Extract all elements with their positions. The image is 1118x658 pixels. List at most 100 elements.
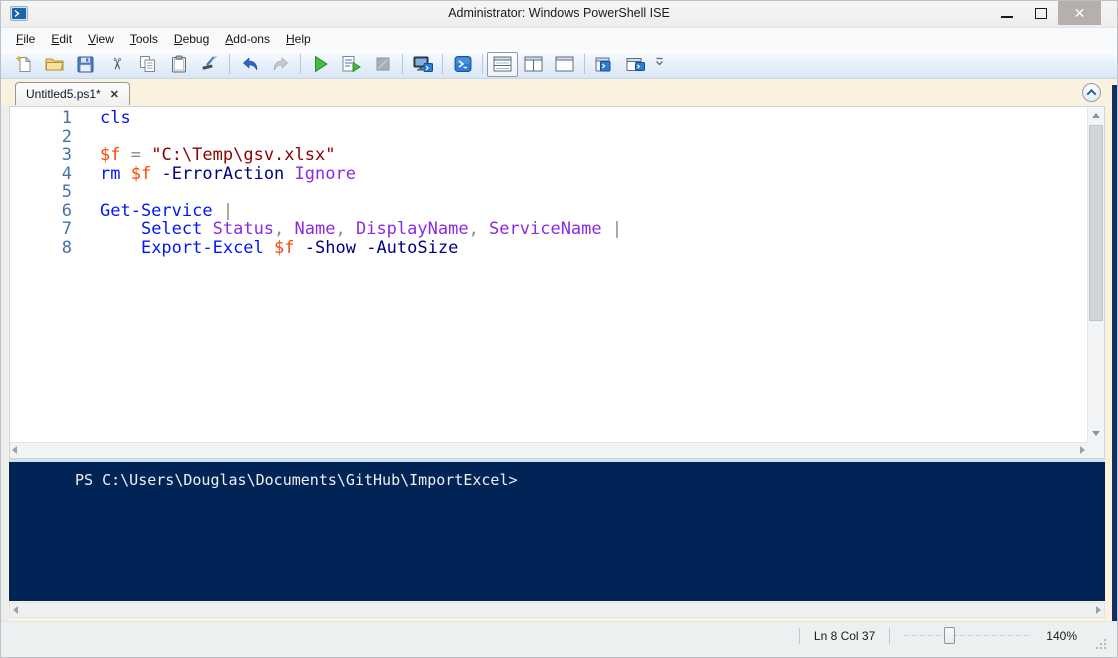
powershell-exe-icon — [454, 55, 472, 73]
editor-scrollbar-thumb[interactable] — [1089, 125, 1103, 321]
tab-close-icon[interactable]: ✕ — [110, 88, 119, 101]
window-frame-bottom — [1, 650, 1117, 658]
code-lines[interactable]: 1cls23$f = "C:\Temp\gsv.xlsx"4rm $f -Err… — [10, 107, 1087, 442]
start-powershell-exe-button[interactable] — [447, 52, 478, 77]
new-remote-powershell-tab-button[interactable] — [407, 52, 438, 77]
maximize-button[interactable] — [1027, 1, 1055, 26]
save-floppy-icon — [77, 56, 94, 73]
paste-clipboard-icon — [171, 55, 187, 73]
resize-grip[interactable] — [1093, 636, 1107, 650]
cut-button[interactable]: ✂ — [101, 52, 132, 77]
line-number: 5 — [10, 183, 72, 202]
desktop-edge-strip — [1112, 85, 1117, 645]
statusbar-separator — [889, 628, 890, 644]
script-editor-pane[interactable]: 1cls23$f = "C:\Temp\gsv.xlsx"4rm $f -Err… — [9, 106, 1105, 459]
new-script-icon — [15, 55, 33, 73]
scroll-down-arrow-icon[interactable] — [1088, 425, 1104, 441]
zoom-level: 140% — [1046, 629, 1077, 643]
menu-help[interactable]: Help — [278, 29, 319, 49]
code-line: 7 Select Status, Name, DisplayName, Serv… — [10, 220, 1087, 239]
menu-add-ons[interactable]: Add-ons — [217, 29, 278, 49]
cursor-position: Ln 8 Col 37 — [814, 629, 875, 643]
console-horizontal-scrollbar[interactable] — [9, 602, 1105, 618]
minimize-icon — [1001, 16, 1013, 18]
run-script-button[interactable] — [305, 52, 336, 77]
code-text: Export-Excel $f -Show -AutoSize — [100, 239, 458, 258]
cut-scissors-icon: ✂ — [107, 57, 127, 70]
statusbar-separator — [799, 628, 800, 644]
squeegee-icon — [201, 55, 219, 73]
code-line: 8 Export-Excel $f -Show -AutoSize — [10, 239, 1087, 258]
stop-operation-button[interactable] — [367, 52, 398, 77]
line-number: 3 — [10, 146, 72, 165]
line-number: 2 — [10, 128, 72, 147]
close-button[interactable]: ✕ — [1058, 1, 1101, 25]
show-script-pane-right-button[interactable] — [518, 52, 549, 77]
menu-tools[interactable]: Tools — [122, 29, 166, 49]
script-pane-top-icon — [493, 56, 512, 72]
new-script-button[interactable] — [8, 52, 39, 77]
code-line: 3$f = "C:\Temp\gsv.xlsx" — [10, 146, 1087, 165]
undo-arrow-icon — [240, 56, 260, 73]
zoom-slider[interactable] — [904, 627, 1032, 645]
powershell-tab-icon — [595, 56, 615, 73]
editor-horizontal-scrollbar[interactable] — [10, 442, 1087, 458]
console-pane[interactable]: PS C:\Users\Douglas\Documents\GitHub\Imp… — [9, 459, 1105, 601]
line-number: 6 — [10, 202, 72, 221]
powershell-ise-window: Administrator: Windows PowerShell ISE ✕ … — [0, 0, 1118, 658]
toolbar-overflow-button[interactable] — [654, 55, 665, 73]
copy-button[interactable] — [132, 52, 163, 77]
script-pane-right-icon — [524, 56, 543, 72]
undo-button[interactable] — [234, 52, 265, 77]
code-text: Get-Service | — [100, 202, 233, 221]
menu-debug[interactable]: Debug — [166, 29, 217, 49]
powershell-window-icon — [626, 56, 646, 73]
toolbar-separator — [229, 54, 230, 74]
collapse-script-pane-button[interactable] — [1082, 83, 1101, 102]
zoom-slider-thumb[interactable] — [944, 627, 955, 644]
editor-vertical-scrollbar[interactable] — [1087, 107, 1104, 442]
menu-edit[interactable]: Edit — [43, 29, 80, 49]
script-pane-maximized-icon — [555, 56, 574, 72]
close-icon: ✕ — [1074, 5, 1086, 21]
code-line: 4rm $f -ErrorAction Ignore — [10, 165, 1087, 184]
toolbar-separator — [442, 54, 443, 74]
open-script-button[interactable] — [39, 52, 70, 77]
scroll-right-arrow-icon[interactable] — [1080, 446, 1085, 454]
overflow-chevron-icon — [654, 55, 665, 68]
code-text: Select Status, Name, DisplayName, Servic… — [100, 220, 622, 239]
paste-button[interactable] — [163, 52, 194, 77]
scroll-left-arrow-icon[interactable] — [12, 446, 17, 454]
script-tab[interactable]: Untitled5.ps1* ✕ — [15, 82, 130, 105]
clear-console-pane-button[interactable] — [194, 52, 225, 77]
zoom-slider-track[interactable] — [904, 635, 1032, 636]
line-number: 1 — [10, 109, 72, 128]
menubar: File Edit View Tools Debug Add-ons Help — [1, 27, 1117, 50]
stop-square-icon — [376, 57, 390, 71]
console-prompt[interactable]: PS C:\Users\Douglas\Documents\GitHub\Imp… — [75, 471, 518, 489]
new-powershell-tab-button[interactable] — [589, 52, 620, 77]
show-script-pane-top-button[interactable] — [487, 52, 518, 77]
menu-file[interactable]: File — [8, 29, 43, 49]
show-script-pane-maximized-button[interactable] — [549, 52, 580, 77]
script-tab-label: Untitled5.ps1* — [26, 87, 101, 101]
maximize-icon — [1035, 8, 1047, 19]
redo-button[interactable] — [265, 52, 296, 77]
scroll-up-arrow-icon[interactable] — [1088, 108, 1104, 124]
menu-view[interactable]: View — [80, 29, 122, 49]
start-powershell-in-new-window-button[interactable] — [620, 52, 651, 77]
toolbar-separator — [584, 54, 585, 74]
minimize-button[interactable] — [993, 1, 1021, 26]
line-number: 4 — [10, 165, 72, 184]
statusbar: Ln 8 Col 37 140% — [1, 621, 1117, 650]
run-selection-button[interactable] — [336, 52, 367, 77]
scroll-left-arrow-icon[interactable] — [13, 606, 18, 614]
code-line: 6 Get-Service | — [10, 202, 1087, 221]
chevron-up-icon — [1087, 89, 1097, 99]
copy-icon — [139, 55, 156, 73]
code-line: 5 — [10, 183, 1087, 202]
window-frame-left — [1, 105, 8, 657]
scroll-right-arrow-icon[interactable] — [1096, 606, 1101, 614]
titlebar: Administrator: Windows PowerShell ISE ✕ — [1, 1, 1117, 27]
save-script-button[interactable] — [70, 52, 101, 77]
